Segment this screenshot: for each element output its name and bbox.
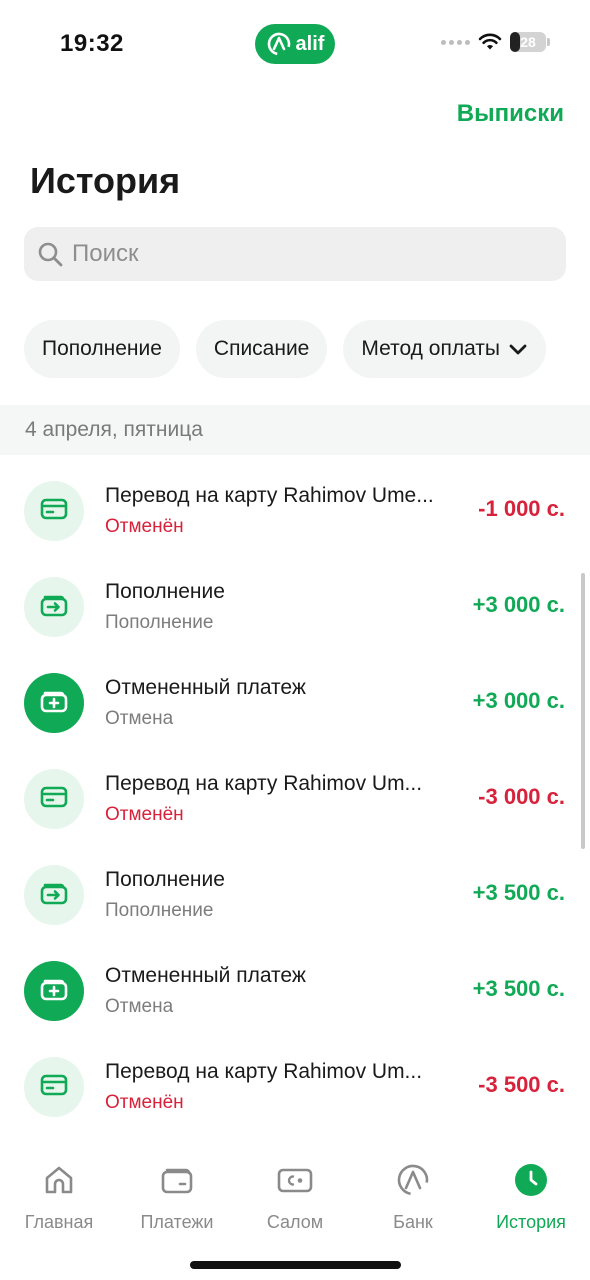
transaction-icon [24, 1057, 84, 1117]
tab-label: Банк [393, 1212, 433, 1232]
transaction-title: Пополнение [105, 580, 225, 603]
search-input[interactable] [72, 240, 552, 268]
transaction-row[interactable]: Перевод на карту Rahimov Um... Отменён -3 … [0, 1038, 590, 1134]
status-indicators: 28 [441, 32, 550, 52]
transaction-title: Отмененный платеж [105, 676, 306, 699]
chevron-down-icon [509, 344, 527, 355]
wallet-icon [158, 1161, 196, 1204]
transaction-icon [24, 865, 84, 925]
transaction-row[interactable]: Пополнение Пополнение +3 000 с. [0, 558, 590, 654]
brand-pill[interactable]: alif [255, 24, 335, 64]
transaction-row[interactable]: Отмененный платеж Отмена +3 000 с. [0, 654, 590, 750]
card-icon [37, 780, 71, 819]
transaction-amount: +3 000 с. [472, 688, 565, 713]
transaction-text: Отмененный платеж Отмена [105, 676, 460, 730]
tab-clock[interactable]: История [472, 1145, 590, 1245]
date-group-label: 4 апреля, пятница [25, 418, 203, 441]
filter-chip-label: Метод оплаты [361, 337, 501, 360]
transaction-text: Пополнение Пополнение [105, 868, 460, 922]
transaction-title: Перевод на карту Rahimov Um... [105, 772, 423, 795]
filter-chip-label: Пополнение [42, 337, 162, 360]
battery-level: 28 [520, 34, 536, 50]
transaction-status: Пополнение [105, 612, 214, 633]
transaction-amount: -1 000 с. [478, 496, 565, 521]
transaction-icon [24, 673, 84, 733]
transaction-icon [24, 769, 84, 829]
transaction-row[interactable]: Отмененный платеж Отмена +3 500 с. [0, 942, 590, 1038]
page-title: История [30, 160, 181, 201]
filter-chip-topup[interactable]: Пополнение [24, 320, 180, 378]
transaction-amount: -3 000 с. [478, 784, 565, 809]
search-icon [38, 242, 63, 267]
transaction-status: Отмена [105, 996, 174, 1017]
transaction-icon [24, 481, 84, 541]
tab-label: История [496, 1212, 566, 1232]
transaction-row[interactable]: Перевод на карту Rahimov Um... Отменён -3 … [0, 750, 590, 846]
transaction-status: Отменён [105, 516, 184, 537]
filter-chip-label: Списание [213, 337, 310, 360]
battery-icon: 28 [510, 32, 550, 52]
tab-label: Главная [24, 1212, 94, 1232]
wifi-icon [478, 33, 502, 50]
alif-logo-icon [267, 32, 290, 56]
transaction-text: Перевод на карту Rahimov Ume... Отменён [105, 484, 460, 538]
transaction-title: Пополнение [105, 868, 225, 891]
transaction-title: Отмененный платеж [105, 964, 306, 987]
tab-alif-logo[interactable]: Банк [354, 1145, 472, 1245]
alif-logo-icon [394, 1161, 432, 1204]
tab-salom[interactable]: Салом [236, 1145, 354, 1245]
transaction-status: Пополнение [105, 900, 214, 921]
scrollbar[interactable] [581, 573, 585, 849]
home-indicator [190, 1261, 401, 1269]
transaction-icon [24, 961, 84, 1021]
signal-icon [441, 39, 470, 45]
transaction-amount: +3 000 с. [472, 592, 565, 617]
transaction-icon [24, 577, 84, 637]
tab-label: Салом [266, 1212, 324, 1232]
status-time: 19:32 [60, 30, 124, 57]
wallet-plus-icon [37, 684, 71, 723]
transaction-text: Перевод на карту Rahimov Um... Отменён [105, 1060, 460, 1114]
salom-icon [276, 1161, 314, 1204]
search-box[interactable] [24, 227, 566, 281]
transaction-status: Отменён [105, 804, 184, 825]
tab-wallet[interactable]: Платежи [118, 1145, 236, 1245]
transaction-amount: -3 500 с. [478, 1072, 565, 1097]
wallet-in-icon [37, 588, 71, 627]
transaction-title: Перевод на карту Rahimov Um... [105, 1060, 423, 1083]
card-icon [37, 492, 71, 531]
transaction-amount: +3 500 с. [472, 976, 565, 1001]
home-icon [40, 1161, 78, 1204]
transaction-row[interactable]: Пополнение Пополнение +3 500 с. [0, 846, 590, 942]
tab-home[interactable]: Главная [0, 1145, 118, 1245]
filter-chips: Пополнение Списание Метод оплаты [24, 320, 547, 378]
date-group-header: 4 апреля, пятница [0, 405, 590, 455]
tab-bar: Главная Платежи Салом Банк История [0, 1145, 590, 1245]
transaction-list: Перевод на карту Rahimov Ume... Отменён -1… [0, 462, 590, 1134]
brand-name: alif [295, 32, 325, 55]
statements-link[interactable]: Выписки [457, 100, 564, 128]
transaction-status: Отмена [105, 708, 174, 729]
transaction-amount: +3 500 с. [472, 880, 565, 905]
clock-icon [512, 1161, 550, 1204]
tab-label: Платежи [140, 1212, 214, 1232]
status-bar: 19:32 alif 28 [0, 0, 590, 90]
card-icon [37, 1068, 71, 1107]
transaction-row[interactable]: Перевод на карту Rahimov Ume... Отменён -1… [0, 462, 590, 558]
transaction-title: Перевод на карту Rahimov Ume... [105, 484, 434, 507]
transaction-text: Отмененный платеж Отмена [105, 964, 460, 1018]
transaction-status: Отменён [105, 1092, 184, 1113]
transaction-text: Перевод на карту Rahimov Um... Отменён [105, 772, 460, 826]
filter-chip-payment-method[interactable]: Метод оплаты [343, 320, 547, 378]
transaction-text: Пополнение Пополнение [105, 580, 460, 634]
wallet-plus-icon [37, 972, 71, 1011]
battery-fill [510, 32, 521, 52]
filter-chip-debit[interactable]: Списание [195, 320, 328, 378]
wallet-in-icon [37, 876, 71, 915]
